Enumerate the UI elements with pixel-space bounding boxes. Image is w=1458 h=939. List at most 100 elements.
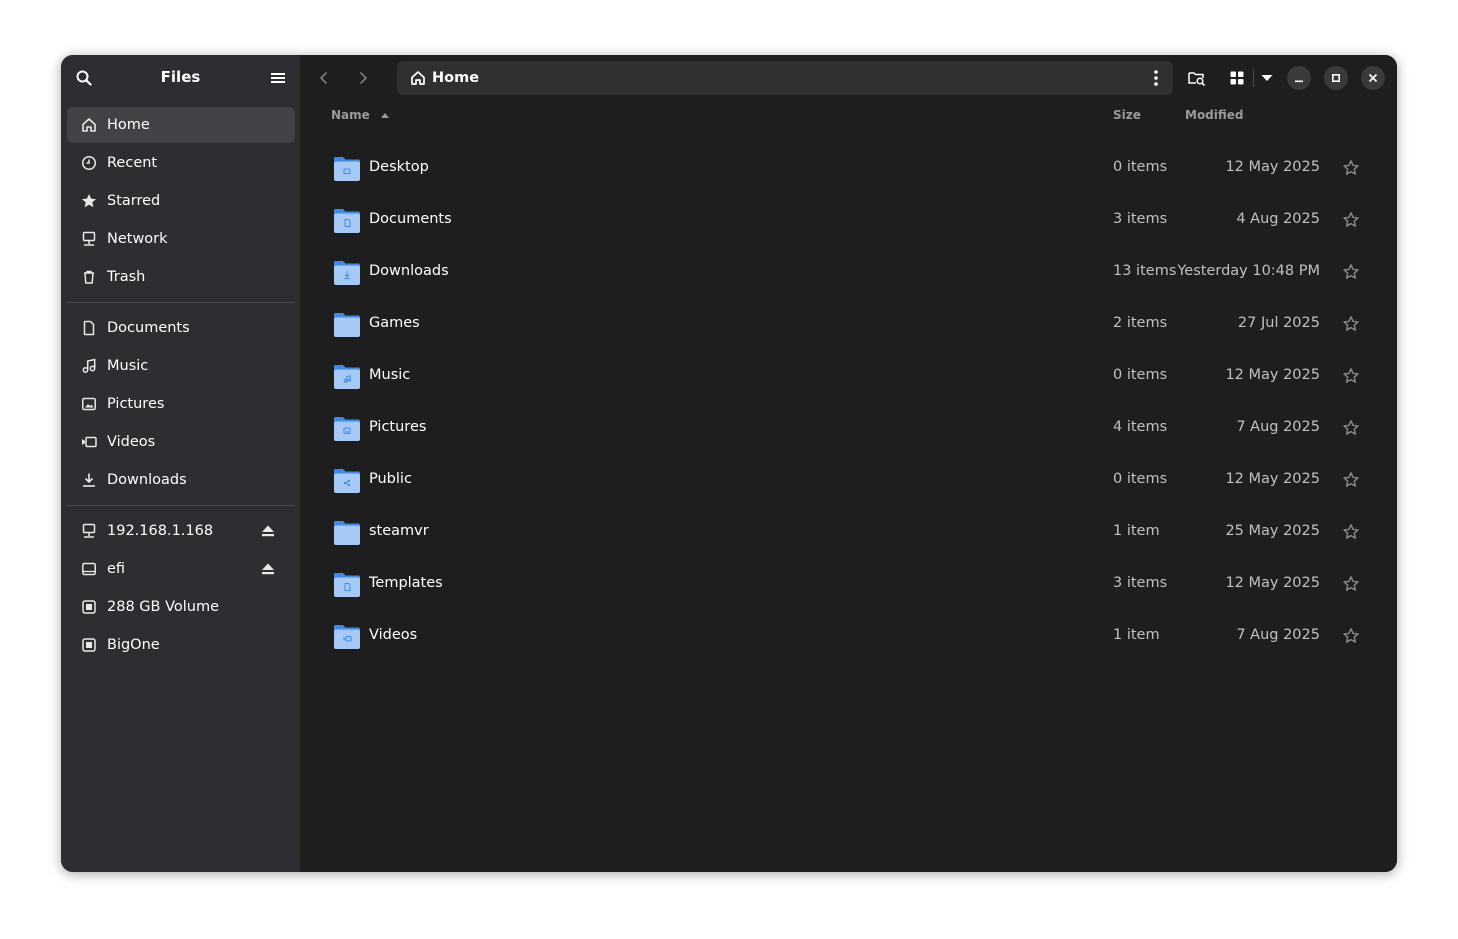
file-name: Templates (369, 575, 443, 591)
sidebar-item-pictures[interactable]: Pictures (67, 386, 295, 422)
file-list: Desktop 0 items 12 May 2025 Documents 3 item… (300, 142, 1397, 662)
file-row[interactable]: Desktop 0 items 12 May 2025 (300, 142, 1397, 194)
file-modified: 7 Aug 2025 (1236, 419, 1320, 435)
sidebar-item-label: 192.168.1.168 (107, 523, 214, 539)
file-size: 1 item (1113, 627, 1160, 643)
file-size: 0 items (1113, 471, 1168, 487)
file-row[interactable]: Games 2 items 27 Jul 2025 (300, 298, 1397, 350)
path-menu-button[interactable] (1143, 61, 1169, 95)
star-icon[interactable] (1342, 159, 1360, 177)
minimize-button[interactable] (1287, 66, 1311, 90)
folder-icon (334, 625, 360, 649)
sidebar-item-label: Pictures (107, 396, 165, 412)
sidebar-item-label: BigOne (107, 637, 160, 653)
star-icon[interactable] (1342, 367, 1360, 385)
column-header-modified[interactable]: Modified (1185, 108, 1244, 122)
file-name: Public (369, 471, 412, 487)
sidebar-item-efi[interactable]: efi (67, 551, 295, 587)
file-name: Downloads (369, 263, 449, 279)
folder-icon (334, 365, 360, 389)
file-size: 3 items (1113, 211, 1168, 227)
star-icon[interactable] (1342, 419, 1360, 437)
close-icon (1368, 73, 1378, 83)
file-row[interactable]: Videos 1 item 7 Aug 2025 (300, 610, 1397, 662)
column-header-name[interactable]: Name (331, 108, 390, 122)
close-button[interactable] (1361, 66, 1385, 90)
eject-icon[interactable] (261, 562, 275, 576)
search-folder-button[interactable] (1180, 61, 1214, 95)
file-row[interactable]: Downloads 13 items Yesterday 10:48 PM (300, 246, 1397, 298)
file-size: 0 items (1113, 159, 1168, 175)
star-icon[interactable] (1342, 523, 1360, 541)
view-button-divider (1253, 69, 1254, 87)
folder-search-icon (1188, 72, 1206, 86)
breadcrumb-current[interactable]: Home (432, 70, 479, 86)
folder-icon (334, 417, 360, 441)
sidebar-item-downloads[interactable]: Downloads (67, 462, 295, 498)
star-icon[interactable] (1342, 627, 1360, 645)
sidebar-item-home[interactable]: Home (67, 107, 295, 143)
sidebar-item-network-share[interactable]: 192.168.1.168 (67, 513, 295, 549)
path-bar[interactable]: Home (397, 61, 1173, 95)
sidebar-item-label: Starred (107, 193, 161, 209)
file-name: Pictures (369, 419, 427, 435)
eject-icon[interactable] (261, 524, 275, 538)
file-row[interactable]: Documents 3 items 4 Aug 2025 (300, 194, 1397, 246)
files-window: Files Home Recent Starred Network Trash … (61, 55, 1397, 872)
file-name: Documents (369, 211, 452, 227)
sidebar-item-trash[interactable]: Trash (67, 259, 295, 295)
folder-icon (334, 469, 360, 493)
sidebar-separator (67, 302, 295, 303)
file-row[interactable]: Templates 3 items 12 May 2025 (300, 558, 1397, 610)
music-icon (81, 358, 97, 374)
sidebar-item-bigone[interactable]: BigOne (67, 627, 295, 663)
column-name-label: Name (331, 108, 370, 122)
column-header-size[interactable]: Size (1113, 108, 1141, 122)
folder-icon (334, 573, 360, 597)
back-button[interactable] (307, 61, 341, 95)
sidebar-item-288gb-volume[interactable]: 288 GB Volume (67, 589, 295, 625)
sidebar-item-videos[interactable]: Videos (67, 424, 295, 460)
grid-view-button[interactable] (1220, 61, 1254, 95)
view-options-button[interactable] (1255, 61, 1279, 95)
sidebar-item-label: 288 GB Volume (107, 599, 220, 615)
forward-button[interactable] (346, 61, 380, 95)
document-icon (81, 320, 97, 336)
sidebar-item-network[interactable]: Network (67, 221, 295, 257)
video-icon (81, 434, 97, 450)
main-pane: Home Name Size Modified Desktop 0 items … (300, 55, 1397, 872)
star-icon[interactable] (1342, 575, 1360, 593)
file-modified: 7 Aug 2025 (1236, 627, 1320, 643)
header-bar: Home (300, 55, 1397, 101)
file-modified: 12 May 2025 (1225, 367, 1320, 383)
home-icon (410, 70, 426, 86)
file-row[interactable]: Pictures 4 items 7 Aug 2025 (300, 402, 1397, 454)
picture-icon (81, 396, 97, 412)
sidebar-item-label: Downloads (107, 472, 187, 488)
sidebar-item-documents[interactable]: Documents (67, 310, 295, 346)
star-icon[interactable] (1342, 263, 1360, 281)
maximize-button[interactable] (1324, 66, 1348, 90)
minimize-icon (1295, 80, 1303, 83)
sidebar-item-label: Recent (107, 155, 158, 171)
sidebar-separator (67, 505, 295, 506)
sidebar-item-music[interactable]: Music (67, 348, 295, 384)
sort-ascending-icon (380, 113, 389, 118)
sidebar-item-recent[interactable]: Recent (67, 145, 295, 181)
main-menu-button[interactable] (261, 61, 295, 95)
file-size: 1 item (1113, 523, 1160, 539)
folder-icon (334, 261, 360, 285)
file-row[interactable]: Public 0 items 12 May 2025 (300, 454, 1397, 506)
sidebar-item-starred[interactable]: Starred (67, 183, 295, 219)
hamburger-icon (271, 73, 285, 83)
file-row[interactable]: Music 0 items 12 May 2025 (300, 350, 1397, 402)
grid-icon (1230, 71, 1244, 85)
star-icon[interactable] (1342, 471, 1360, 489)
trash-icon (81, 269, 97, 285)
file-modified: 12 May 2025 (1225, 471, 1320, 487)
star-icon[interactable] (1342, 315, 1360, 333)
file-row[interactable]: steamvr 1 item 25 May 2025 (300, 506, 1397, 558)
star-icon[interactable] (1342, 211, 1360, 229)
file-modified: Yesterday 10:48 PM (1177, 263, 1320, 279)
network-drive-icon (81, 523, 97, 539)
